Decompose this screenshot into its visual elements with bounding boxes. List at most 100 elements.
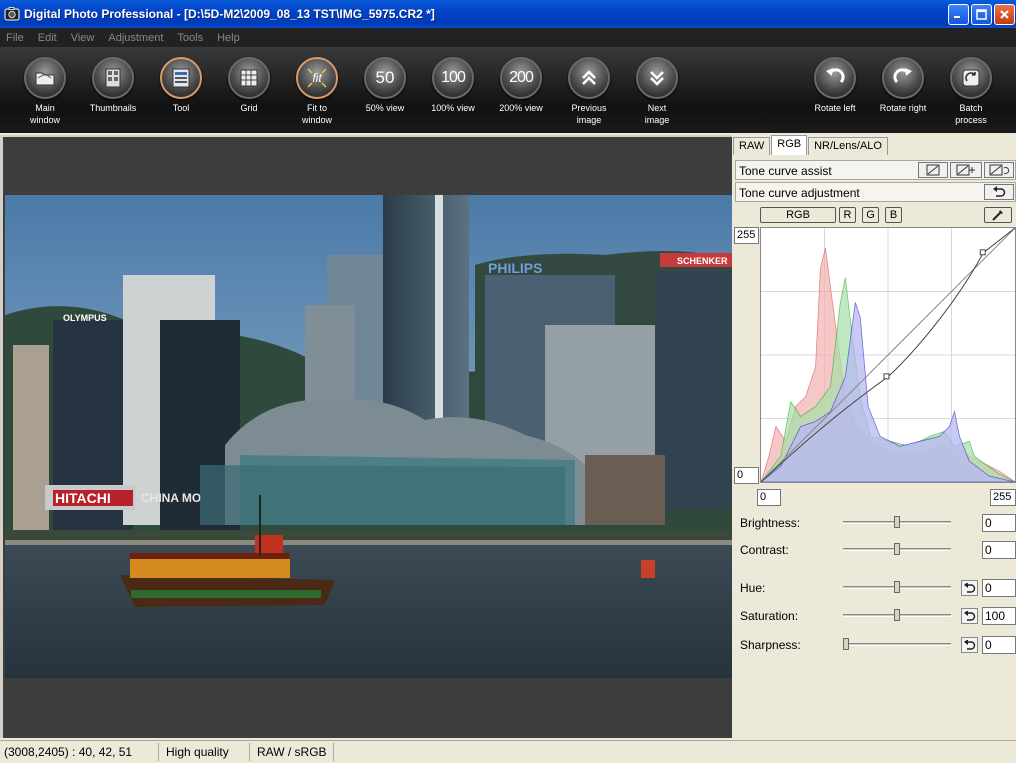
previous-image-button[interactable]: Previous image xyxy=(557,57,621,126)
channel-rgb-button[interactable]: RGB xyxy=(760,207,836,223)
status-color-mode: RAW / sRGB xyxy=(257,745,327,759)
status-bar: (3008,2405) : 40, 42, 51 High quality RA… xyxy=(0,740,1016,763)
svg-text:CHINA MO: CHINA MO xyxy=(141,491,201,505)
tone-curve-assist-row: Tone curve assist xyxy=(735,160,1016,180)
fit-to-window-button[interactable]: fit Fit to window xyxy=(285,57,349,126)
next-image-button[interactable]: Next image xyxy=(625,57,689,126)
sharpness-reset-button[interactable] xyxy=(961,637,978,653)
title-bar: Digital Photo Professional - [D:\5D-M2\2… xyxy=(0,0,1016,28)
tone-curve-assist-label: Tone curve assist xyxy=(739,164,832,178)
menu-tools[interactable]: Tools xyxy=(177,32,203,44)
minimize-button[interactable] xyxy=(948,4,969,25)
photo-preview: HITACHI CHINA MO OLYMPUS PHILIPS SCHENKE… xyxy=(5,195,732,678)
tone-curve-adjustment-label: Tone curve adjustment xyxy=(739,186,860,200)
image-viewer[interactable]: HITACHI CHINA MO OLYMPUS PHILIPS SCHENKE… xyxy=(0,135,732,738)
status-coords: (3008,2405) : 40, 42, 51 xyxy=(4,745,133,759)
minimize-icon xyxy=(954,16,960,18)
double-chevron-down-icon xyxy=(650,71,664,86)
maximize-button[interactable] xyxy=(971,4,992,25)
channel-r-button[interactable]: R xyxy=(839,207,856,223)
tone-curve-assist-linear-button[interactable] xyxy=(918,162,948,178)
tab-rgb[interactable]: RGB xyxy=(771,135,808,155)
tone-curve-assist-plus-button[interactable] xyxy=(950,162,982,178)
tone-curve-graph[interactable] xyxy=(760,227,1016,483)
contrast-value[interactable]: 0 xyxy=(982,541,1016,559)
close-icon xyxy=(1000,10,1009,19)
saturation-row: Saturation: 100 xyxy=(733,605,1016,627)
view-200-button[interactable]: 200 200% view xyxy=(489,57,553,114)
svg-text:OLYMPUS: OLYMPUS xyxy=(63,313,107,323)
tool-button[interactable]: Tool xyxy=(149,57,213,114)
brightness-row: Brightness: 0 xyxy=(733,512,1016,534)
tone-curve-reset-button[interactable] xyxy=(984,184,1014,200)
eyedropper-button[interactable] xyxy=(984,207,1012,223)
sharpness-row: Sharpness: 0 xyxy=(733,634,1016,656)
menu-file[interactable]: File xyxy=(6,32,24,44)
contrast-label: Contrast: xyxy=(740,543,789,557)
svg-text:PHILIPS: PHILIPS xyxy=(488,260,542,276)
linear-curve-icon xyxy=(926,164,940,176)
brightness-label: Brightness: xyxy=(740,516,801,530)
sharpness-value[interactable]: 0 xyxy=(982,636,1016,654)
saturation-value[interactable]: 100 xyxy=(982,607,1016,625)
eyedropper-icon xyxy=(992,210,1003,221)
saturation-reset-button[interactable] xyxy=(961,608,978,624)
saturation-slider-thumb[interactable] xyxy=(894,609,900,621)
curve-x-min: 0 xyxy=(757,489,781,506)
app-camera-icon xyxy=(4,7,20,21)
grid-icon xyxy=(240,69,258,87)
double-chevron-up-icon xyxy=(582,70,596,85)
contrast-slider-thumb[interactable] xyxy=(894,543,900,555)
menu-bar: File Edit View Adjustment Tools Help xyxy=(0,28,1016,47)
batch-process-icon xyxy=(962,69,980,87)
thumbnails-button[interactable]: Thumbnails xyxy=(81,57,145,114)
hue-label: Hue: xyxy=(740,581,766,595)
sharpness-label: Sharpness: xyxy=(740,638,801,652)
grid-button[interactable]: Grid xyxy=(217,57,281,114)
hue-row: Hue: 0 xyxy=(733,577,1016,599)
toolbar: Main window Thumbnails Tool Grid fit Fit … xyxy=(0,47,1016,133)
saturation-label: Saturation: xyxy=(740,609,799,623)
tool-palette: RAW RGB NR/Lens/ALO Tone curve assist To… xyxy=(733,135,1016,738)
fit-icon: fit xyxy=(307,68,327,88)
undo-arrow-icon xyxy=(963,611,975,621)
sharpness-slider[interactable] xyxy=(843,643,951,646)
brightness-slider-thumb[interactable] xyxy=(894,516,900,528)
folder-icon xyxy=(35,72,55,86)
menu-edit[interactable]: Edit xyxy=(38,32,57,44)
rotate-right-button[interactable]: Rotate right xyxy=(871,57,935,114)
hue-slider-thumb[interactable] xyxy=(894,581,900,593)
undo-arrow-icon xyxy=(993,186,1006,197)
svg-text:HITACHI: HITACHI xyxy=(55,490,111,506)
menu-adjustment[interactable]: Adjustment xyxy=(108,32,163,44)
svg-text:SCHENKER: SCHENKER xyxy=(677,256,728,266)
status-quality: High quality xyxy=(166,745,229,759)
view-50-button[interactable]: 50 50% view xyxy=(353,57,417,114)
sharpness-slider-thumb[interactable] xyxy=(843,638,849,650)
hue-reset-button[interactable] xyxy=(961,580,978,596)
view-200-glyph: 200 xyxy=(509,69,534,86)
curve-plus-icon xyxy=(956,164,975,176)
curve-y-min: 0 xyxy=(734,467,759,484)
channel-g-button[interactable]: G xyxy=(862,207,879,223)
tone-curve-assist-reset-button[interactable] xyxy=(984,162,1014,178)
rotate-left-button[interactable]: Rotate left xyxy=(803,57,867,114)
palette-tabs: RAW RGB NR/Lens/ALO xyxy=(733,135,889,156)
tab-raw[interactable]: RAW xyxy=(733,137,771,155)
batch-process-button[interactable]: Batch process xyxy=(939,57,1003,126)
undo-arrow-icon xyxy=(963,640,975,650)
tone-curve-adjustment-row: Tone curve adjustment xyxy=(735,182,1016,202)
menu-view[interactable]: View xyxy=(71,32,95,44)
main-window-button[interactable]: Main window xyxy=(13,57,77,126)
close-button[interactable] xyxy=(994,4,1015,25)
brightness-value[interactable]: 0 xyxy=(982,514,1016,532)
channel-b-button[interactable]: B xyxy=(885,207,902,223)
hue-value[interactable]: 0 xyxy=(982,579,1016,597)
undo-arrow-icon xyxy=(963,583,975,593)
rotate-left-icon xyxy=(826,68,845,84)
view-100-glyph: 100 xyxy=(441,69,466,86)
view-100-button[interactable]: 100 100% view xyxy=(421,57,485,114)
rotate-right-icon xyxy=(893,68,912,84)
menu-help[interactable]: Help xyxy=(217,32,240,44)
tab-nr-lens-alo[interactable]: NR/Lens/ALO xyxy=(808,137,888,155)
